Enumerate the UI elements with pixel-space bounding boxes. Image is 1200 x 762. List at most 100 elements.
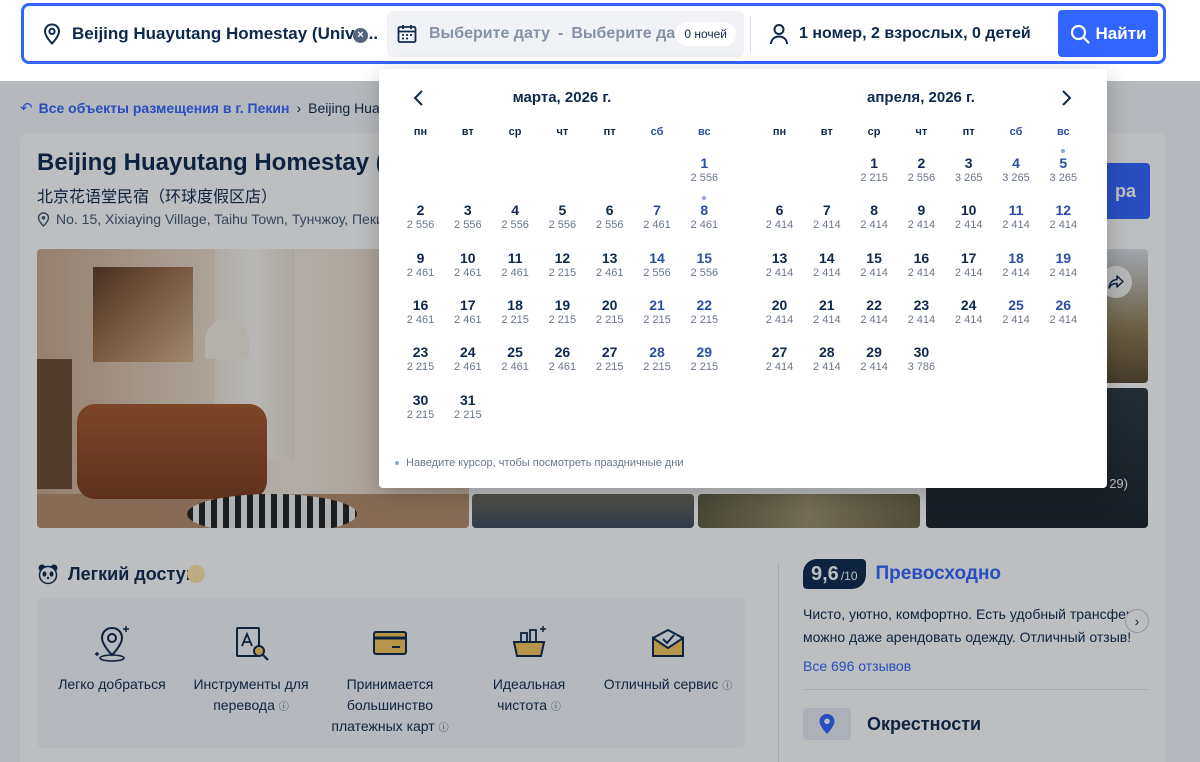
calendar-day[interactable]: 18 2 414 <box>993 244 1040 290</box>
calendar-day[interactable]: 82 461 <box>681 196 728 242</box>
calendar-day[interactable]: 26 2 414 <box>1040 291 1087 337</box>
weekday-header: сб <box>650 126 664 138</box>
day-number: 24 <box>460 344 476 361</box>
day-price: 3 786 <box>907 361 936 374</box>
calendar-day[interactable]: 14 2 414 <box>803 244 850 290</box>
calendar-day[interactable]: 15 2 414 <box>851 244 898 290</box>
calendar-day[interactable]: 23 2 215 <box>397 338 444 384</box>
calendar-day[interactable]: 27 2 215 <box>586 338 633 384</box>
day-price: 2 461 <box>406 266 435 279</box>
day-price: 2 215 <box>643 313 671 326</box>
calendar-day[interactable]: 22 2 414 <box>851 291 898 337</box>
day-number: 23 <box>412 344 429 361</box>
calendar-day[interactable]: 22 2 215 <box>681 291 728 337</box>
calendar-day[interactable]: 27 2 414 <box>756 338 803 384</box>
day-number: 22 <box>696 296 713 313</box>
day-number: 11 <box>1008 202 1024 219</box>
calendar-day[interactable]: 42 556 <box>492 196 539 242</box>
calendar-day[interactable]: 29 2 414 <box>851 338 898 384</box>
day-number: 13 <box>601 249 618 266</box>
checkin-date[interactable]: Выберите дату <box>429 25 550 43</box>
calendar-day[interactable]: 24 2 414 <box>945 291 992 337</box>
calendar-day[interactable]: 33 265 <box>945 149 992 195</box>
calendar-day[interactable]: 10 2 461 <box>444 244 491 290</box>
checkout-date[interactable]: Выберите дату <box>571 25 692 43</box>
calendar-day[interactable]: 20 2 414 <box>756 291 803 337</box>
calendar-day[interactable]: 21 2 215 <box>634 291 681 337</box>
day-number: 8 <box>700 202 709 219</box>
calendar-day[interactable]: 17 2 461 <box>444 291 491 337</box>
calendar-day[interactable]: 19 2 215 <box>539 291 586 337</box>
calendar-day[interactable]: 13 2 414 <box>756 244 803 290</box>
day-price: 3 265 <box>1002 172 1030 184</box>
calendar-day[interactable]: 52 556 <box>539 196 586 242</box>
day-number: 20 <box>601 296 618 313</box>
calendar-day[interactable]: 62 414 <box>756 196 803 242</box>
calendar-day[interactable]: 32 556 <box>444 196 491 242</box>
destination-field[interactable]: Beijing Huayutang Homestay (Unive... × <box>24 6 386 61</box>
calendar-day[interactable]: 15 2 556 <box>681 244 728 290</box>
day-price: 2 414 <box>813 266 841 279</box>
calendar-day[interactable]: 10 2 414 <box>945 196 992 242</box>
calendar-day[interactable]: 26 2 461 <box>539 338 586 384</box>
day-number: 17 <box>460 296 476 313</box>
calendar-day[interactable]: 28 2 215 <box>634 338 681 384</box>
date-picker-popup: марта, 2026 г. пн вт ср чт пт сб вс 1 2 556 2 2 55… <box>379 69 1107 488</box>
calendar-icon <box>397 25 417 43</box>
day-number: 3 <box>964 155 973 171</box>
calendar-day[interactable]: 25 2 461 <box>492 338 539 384</box>
day-number: 15 <box>866 249 882 266</box>
calendar-day[interactable]: 16 2 414 <box>898 244 945 290</box>
calendar-day[interactable]: 24 2 461 <box>444 338 491 384</box>
search-button[interactable]: Найти <box>1058 10 1158 57</box>
calendar-day[interactable]: 22 556 <box>397 196 444 242</box>
calendar-day[interactable]: 30 3 786 <box>898 338 945 384</box>
guests-field[interactable]: 1 номер, 2 взрослых, 0 детей <box>769 6 1031 61</box>
calendar-day[interactable]: 19 2 414 <box>1040 244 1087 290</box>
calendar-day[interactable]: 92 414 <box>898 196 945 242</box>
calendar-day[interactable]: 72 461 <box>634 196 681 242</box>
calendar-day[interactable]: 31 2 215 <box>444 386 491 432</box>
clear-icon[interactable]: × <box>353 28 368 43</box>
calendar-day[interactable]: 72 414 <box>803 196 850 242</box>
day-number: 18 <box>507 296 523 313</box>
weekday-header: вт <box>820 126 833 138</box>
calendar-day[interactable]: 12 215 <box>851 149 898 195</box>
calendar-day[interactable]: 53 265 <box>1040 149 1087 195</box>
calendar-day[interactable]: 23 2 414 <box>898 291 945 337</box>
calendar-day[interactable]: 29 2 215 <box>681 338 728 384</box>
calendar-day[interactable]: 28 2 414 <box>803 338 850 384</box>
calendar-day[interactable]: 14 2 556 <box>634 244 681 290</box>
calendar-day[interactable]: 25 2 414 <box>993 291 1040 337</box>
day-number: 7 <box>653 202 661 219</box>
day-price: 2 414 <box>907 313 936 326</box>
calendar-day[interactable]: 62 556 <box>586 196 633 242</box>
day-number: 19 <box>554 296 571 313</box>
calendar-day[interactable]: 13 2 461 <box>586 244 633 290</box>
day-number: 19 <box>1055 249 1072 266</box>
calendar-day[interactable]: 11 2 461 <box>492 244 539 290</box>
calendar-day[interactable]: 92 461 <box>397 244 444 290</box>
calendar-day[interactable]: 12 2 215 <box>539 244 586 290</box>
day-price: 2 414 <box>1002 266 1030 279</box>
day-price: 2 461 <box>501 361 529 374</box>
day-number: 16 <box>913 249 930 266</box>
weekday-header: пт <box>962 126 975 138</box>
day-price: 2 215 <box>690 361 719 374</box>
date-field[interactable]: Выберите дату - Выберите дату 0 ночей <box>387 11 744 57</box>
calendar-day[interactable]: 43 265 <box>993 149 1040 195</box>
calendar-day[interactable]: 82 414 <box>851 196 898 242</box>
calendar-day[interactable]: 22 556 <box>898 149 945 195</box>
calendar-day[interactable]: 16 2 461 <box>397 291 444 337</box>
weekday-header: вс <box>1056 126 1070 138</box>
calendar-day[interactable]: 21 2 414 <box>803 291 850 337</box>
calendar-day[interactable]: 17 2 414 <box>945 244 992 290</box>
calendar-day[interactable]: 30 2 215 <box>397 386 444 432</box>
calendar-day[interactable]: 11 2 414 <box>993 196 1040 242</box>
calendar-day[interactable]: 12 556 <box>681 149 728 195</box>
day-price: 2 215 <box>501 313 529 326</box>
calendar-day[interactable]: 12 2 414 <box>1040 196 1087 242</box>
calendar-day[interactable]: 18 2 215 <box>492 291 539 337</box>
day-price: 2 556 <box>548 219 577 232</box>
calendar-day[interactable]: 20 2 215 <box>586 291 633 337</box>
